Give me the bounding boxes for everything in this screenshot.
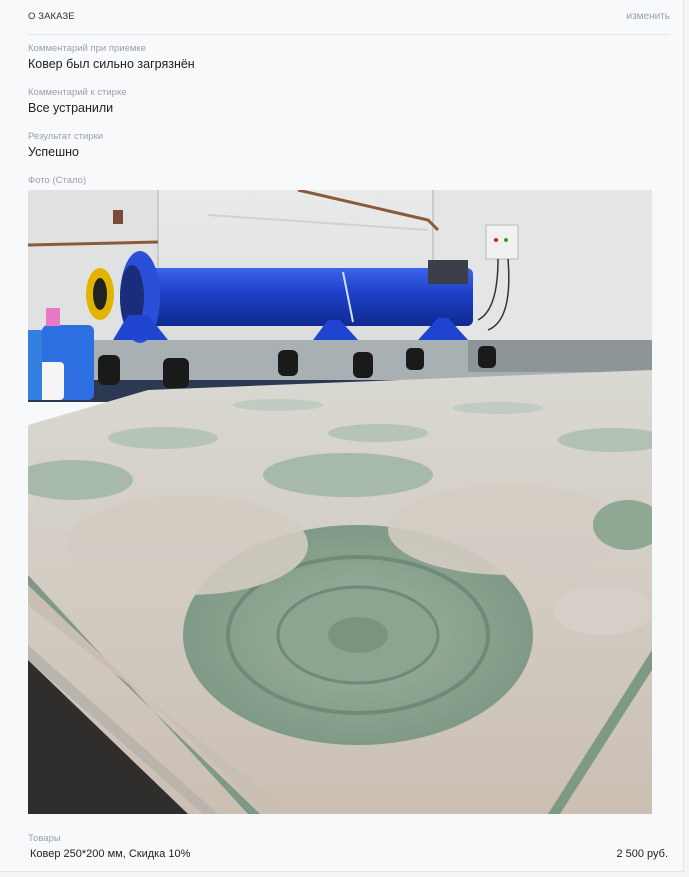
order-section-title: О ЗАКАЗЕ [28, 11, 75, 22]
wash-comment-label: Комментарий к стирке [28, 87, 127, 98]
photo-label: Фото (Стало) [28, 175, 87, 186]
goods-item-price: 2 500 руб. [616, 848, 668, 860]
wash-result-value: Успешно [28, 145, 79, 159]
intake-comment-label: Комментарий при приемке [28, 43, 146, 54]
edit-link[interactable]: изменить [626, 11, 670, 22]
wash-comment-value: Все устранили [28, 101, 114, 115]
goods-item-name: Ковер 250*200 мм, Скидка 10% [30, 848, 191, 860]
carpet-photo-image [28, 190, 652, 814]
order-header: О ЗАКАЗЕ изменить [28, 0, 670, 35]
wash-result-label: Результат стирки [28, 131, 103, 142]
goods-label: Товары [28, 833, 61, 844]
after-wash-photo[interactable] [28, 190, 652, 814]
order-card: О ЗАКАЗЕ изменить Комментарий при приемк… [0, 0, 684, 872]
intake-comment-value: Ковер был сильно загрязнён [28, 57, 195, 71]
